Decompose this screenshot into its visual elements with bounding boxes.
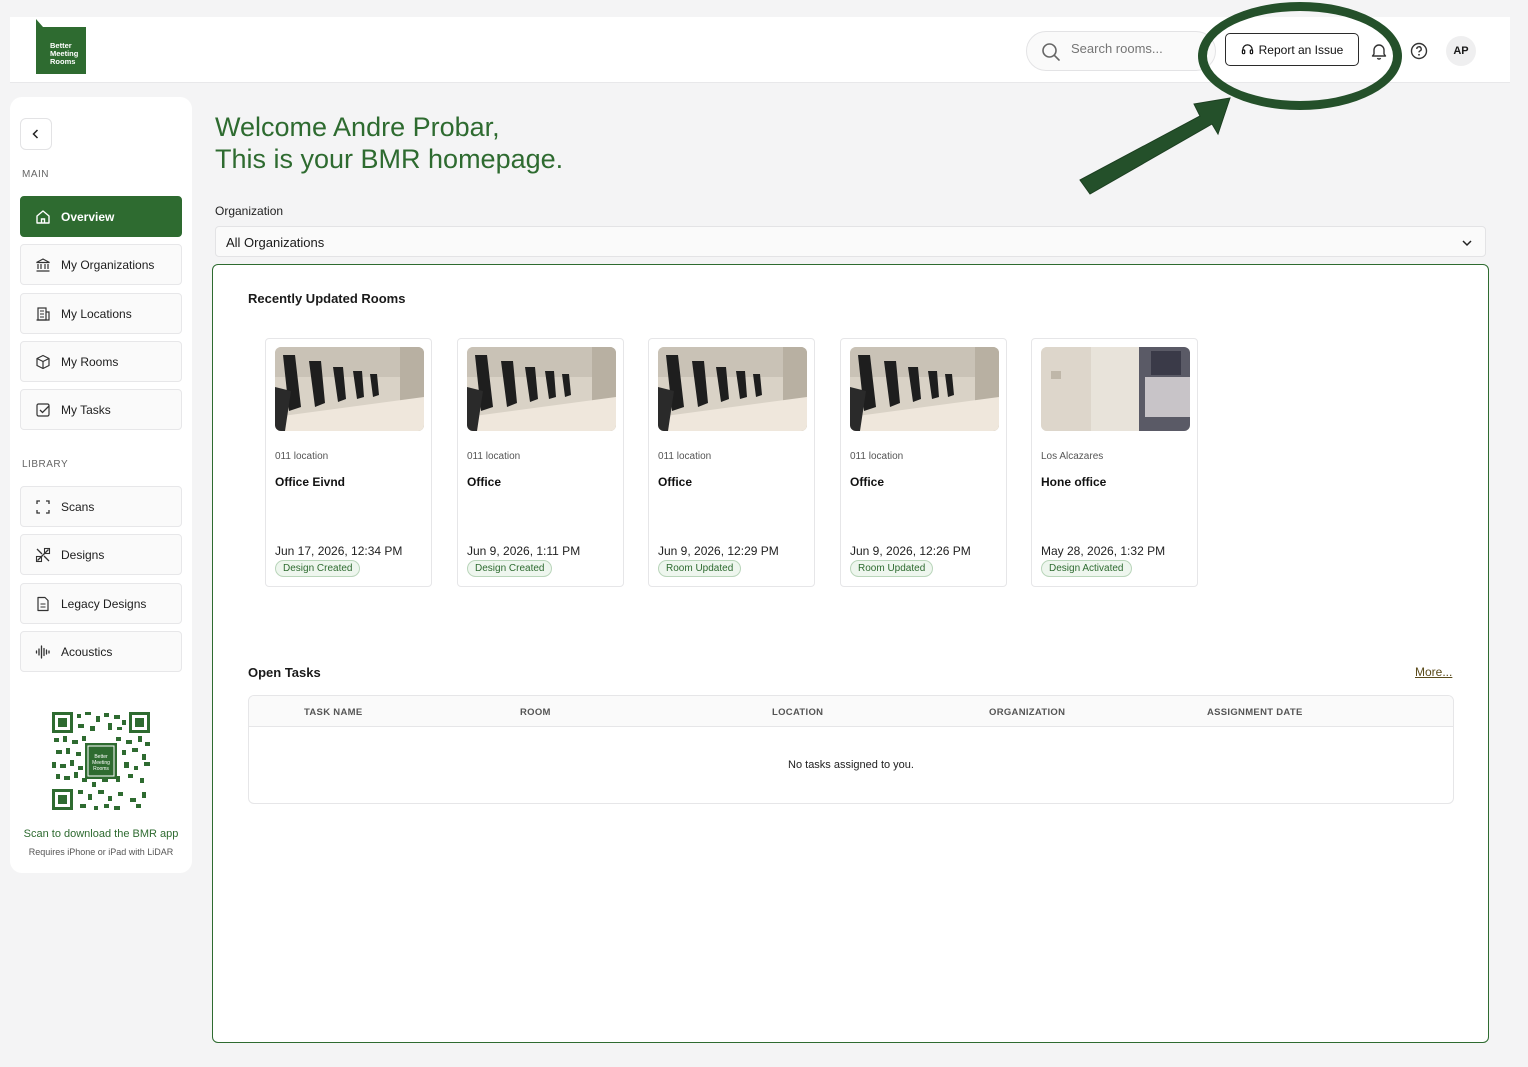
dashboard-panel: Recently Updated Rooms 011 location Offic… xyxy=(212,264,1489,1043)
sidebar-item-label: Scans xyxy=(61,499,95,514)
room-updated-date: Jun 17, 2026, 12:34 PM xyxy=(275,544,403,558)
column-header-organization[interactable]: ORGANIZATION xyxy=(989,707,1065,718)
room-location: 011 location xyxy=(850,451,904,462)
qr-caption: Scan to download the BMR app xyxy=(23,828,179,840)
room-card[interactable]: 011 location Office Jun 9, 2026, 1:11 PM De… xyxy=(457,338,624,587)
room-updated-date: Jun 9, 2026, 12:29 PM xyxy=(658,544,779,558)
cube-icon xyxy=(36,354,50,369)
organization-label: Organization xyxy=(215,204,284,218)
status-badge: Design Created xyxy=(467,560,553,577)
column-header-location[interactable]: LOCATION xyxy=(772,707,823,718)
sidebar: MAIN Overview My Organizations My Locati… xyxy=(10,97,192,873)
sidebar-item-label: My Organizations xyxy=(61,257,155,272)
scan-icon xyxy=(36,499,50,514)
main-section-label: MAIN xyxy=(22,169,49,180)
document-icon xyxy=(37,596,49,611)
sidebar-item-my-tasks[interactable]: My Tasks xyxy=(20,389,182,430)
empty-tasks-message: No tasks assigned to you. xyxy=(788,759,914,771)
room-name: Office xyxy=(658,475,693,489)
help-icon[interactable] xyxy=(1409,41,1429,61)
chevron-down-icon xyxy=(1462,240,1472,247)
search-input[interactable] xyxy=(1071,41,1201,56)
sidebar-item-label: My Locations xyxy=(61,306,132,321)
column-header-task-name[interactable]: TASK NAME xyxy=(304,707,362,718)
room-thumbnail xyxy=(275,347,424,431)
tasks-table: TASK NAME ROOM LOCATION ORGANIZATION ASS… xyxy=(248,695,1454,804)
open-tasks-title: Open Tasks xyxy=(248,665,321,680)
room-card[interactable]: 011 location Office Jun 9, 2026, 12:26 PM R… xyxy=(840,338,1007,587)
recent-rooms-title: Recently Updated Rooms xyxy=(248,291,406,306)
room-thumbnail xyxy=(1041,347,1190,431)
sidebar-item-label: My Rooms xyxy=(61,354,119,369)
sidebar-item-label: My Tasks xyxy=(61,402,111,417)
room-thumbnail xyxy=(467,347,616,431)
organization-select[interactable]: All Organizations xyxy=(215,226,1486,257)
room-card[interactable]: 011 location Office Eivnd Jun 17, 2026, 12… xyxy=(265,338,432,587)
room-location: Los Alcazares xyxy=(1041,451,1104,462)
welcome-line-1: Welcome Andre Probar, xyxy=(215,112,500,142)
room-location: 011 location xyxy=(467,451,521,462)
room-thumbnail xyxy=(850,347,999,431)
chevron-left-icon xyxy=(32,129,39,139)
qr-code-image: Better Meeting Rooms xyxy=(52,712,150,810)
welcome-line-2: This is your BMR homepage. xyxy=(215,144,564,174)
waveform-icon xyxy=(35,644,50,659)
room-updated-date: Jun 9, 2026, 1:11 PM xyxy=(467,544,581,558)
bank-icon xyxy=(36,257,50,272)
room-card[interactable]: 011 location Office Jun 9, 2026, 12:29 PM R… xyxy=(648,338,815,587)
status-badge: Design Created xyxy=(275,560,361,577)
room-card[interactable]: Los Alcazares Hone office May 28, 2026, 1:… xyxy=(1031,338,1198,587)
welcome-heading: Welcome Andre Probar, This is your BMR h… xyxy=(215,111,563,175)
sidebar-item-designs[interactable]: Designs xyxy=(20,534,182,575)
search-icon xyxy=(1042,43,1060,61)
sidebar-item-label: Legacy Designs xyxy=(61,596,147,611)
room-updated-date: May 28, 2026, 1:32 PM xyxy=(1041,544,1166,558)
column-header-room[interactable]: ROOM xyxy=(520,707,551,718)
annotation-ellipse xyxy=(1198,2,1402,110)
qr-subcaption: Requires iPhone or iPad with LiDAR xyxy=(28,847,174,857)
user-avatar[interactable]: AP xyxy=(1446,36,1476,66)
room-thumbnail xyxy=(658,347,807,431)
room-location: 011 location xyxy=(275,451,329,462)
sidebar-item-label: Overview xyxy=(61,209,115,224)
bmr-logo[interactable]: Better Meeting Rooms xyxy=(36,19,86,74)
svg-text:Rooms: Rooms xyxy=(93,766,109,772)
checkbox-icon xyxy=(36,402,50,417)
sidebar-item-my-rooms[interactable]: My Rooms xyxy=(20,341,182,382)
sidebar-item-my-organizations[interactable]: My Organizations xyxy=(20,244,182,285)
column-header-assignment-date[interactable]: ASSIGNMENT DATE xyxy=(1207,707,1303,718)
annotation-arrow xyxy=(1079,97,1231,195)
sidebar-item-acoustics[interactable]: Acoustics xyxy=(20,631,182,672)
status-badge: Room Updated xyxy=(658,560,742,577)
home-icon xyxy=(36,209,50,224)
sidebar-item-label: Designs xyxy=(61,547,105,562)
status-badge: Design Activated xyxy=(1041,560,1132,577)
collapse-sidebar-button[interactable] xyxy=(20,118,52,150)
sidebar-item-label: Acoustics xyxy=(61,644,113,659)
organization-select-value: All Organizations xyxy=(226,235,325,250)
sidebar-item-legacy-designs[interactable]: Legacy Designs xyxy=(20,583,182,624)
search-box[interactable] xyxy=(1026,31,1216,71)
sidebar-item-overview[interactable]: Overview xyxy=(20,196,182,237)
room-name: Office xyxy=(467,475,502,489)
sidebar-item-my-locations[interactable]: My Locations xyxy=(20,293,182,334)
room-name: Hone office xyxy=(1041,475,1107,489)
sidebar-item-scans[interactable]: Scans xyxy=(20,486,182,527)
status-badge: Room Updated xyxy=(850,560,934,577)
library-section-label: LIBRARY xyxy=(22,459,69,470)
more-tasks-link[interactable]: More... xyxy=(1415,665,1452,679)
room-name: Office xyxy=(850,475,885,489)
design-icon xyxy=(35,547,51,562)
room-updated-date: Jun 9, 2026, 12:26 PM xyxy=(850,544,971,558)
room-name: Office Eivnd xyxy=(275,475,346,489)
room-location: 011 location xyxy=(658,451,712,462)
building-icon xyxy=(36,306,50,321)
tasks-table-header: TASK NAME ROOM LOCATION ORGANIZATION ASS… xyxy=(249,696,1453,727)
